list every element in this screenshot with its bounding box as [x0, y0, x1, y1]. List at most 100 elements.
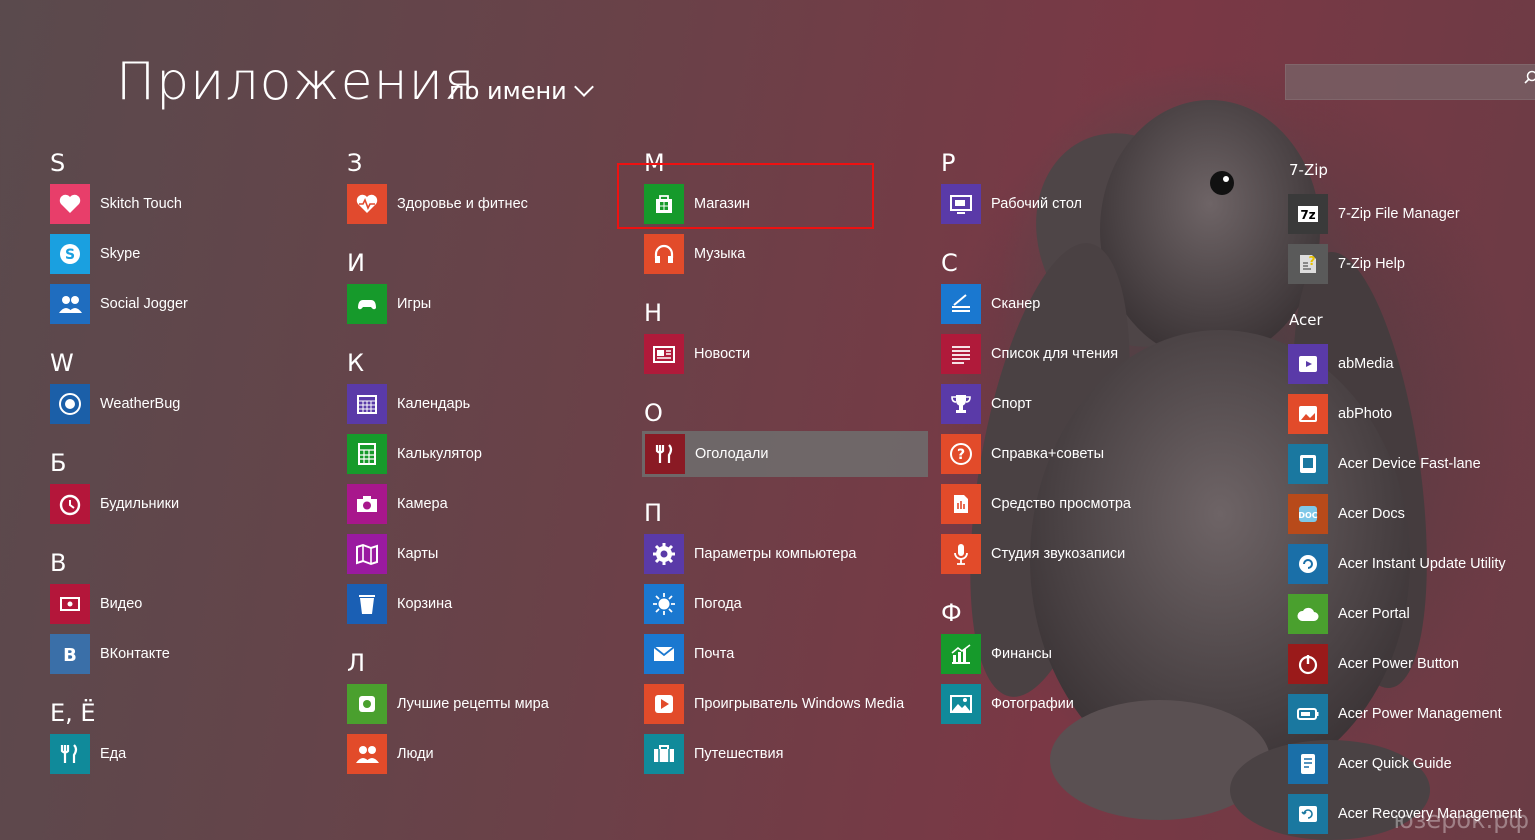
app-list-item[interactable]: Social Jogger	[50, 284, 188, 324]
app-label: Лучшие рецепты мира	[397, 696, 549, 712]
app-label: Калькулятор	[397, 446, 482, 462]
app-list-item[interactable]: Погода	[644, 584, 742, 624]
battery-icon	[1288, 694, 1328, 734]
app-label: Еда	[100, 746, 127, 762]
app-list-item[interactable]: Музыка	[644, 234, 745, 274]
fork-knife-icon	[50, 734, 90, 774]
app-list-item[interactable]: abMedia	[1288, 344, 1394, 384]
app-list-item[interactable]: abPhoto	[1288, 394, 1392, 434]
svg-text:S: S	[65, 247, 75, 263]
group-header[interactable]: S	[50, 148, 65, 178]
app-label: Acer Instant Update Utility	[1338, 556, 1506, 572]
app-label: Список для чтения	[991, 346, 1119, 362]
app-list-item[interactable]: Проигрыватель Windows Media	[644, 684, 904, 724]
app-list-item[interactable]: Корзина	[347, 584, 452, 624]
app-list-item[interactable]: B ВКонтакте	[50, 634, 170, 674]
app-list-item[interactable]: Skitch Touch	[50, 184, 182, 224]
app-list-item[interactable]: Фотографии	[941, 684, 1074, 724]
app-list-item[interactable]: Acer Power Management	[1288, 694, 1502, 734]
finance-icon	[941, 634, 981, 674]
group-header[interactable]: 7-Zip	[1289, 160, 1328, 180]
app-list-item[interactable]: Здоровье и фитнес	[347, 184, 528, 224]
scanner-icon	[941, 284, 981, 324]
headphones-icon	[644, 234, 684, 274]
photo-icon	[1288, 394, 1328, 434]
sort-dropdown[interactable]: по имени	[449, 74, 594, 108]
app-list-item[interactable]: Лучшие рецепты мира	[347, 684, 549, 724]
app-list-item[interactable]: Acer Device Fast-lane	[1288, 444, 1481, 484]
app-list-item[interactable]: Acer Power Button	[1288, 644, 1459, 684]
app-list-item[interactable]: Оголодали	[642, 431, 928, 477]
group-header[interactable]: Л	[347, 648, 365, 678]
app-list-item[interactable]: Люди	[347, 734, 434, 774]
app-list-item[interactable]: Калькулятор	[347, 434, 482, 474]
group-header[interactable]: И	[347, 248, 365, 278]
app-label: Средство просмотра	[991, 496, 1131, 512]
app-label: Social Jogger	[100, 296, 188, 312]
app-list-item[interactable]: WeatherBug	[50, 384, 180, 424]
app-list-item[interactable]: Студия звукозаписи	[941, 534, 1125, 574]
app-list-item[interactable]: Средство просмотра	[941, 484, 1131, 524]
mail-icon	[644, 634, 684, 674]
app-list-item[interactable]: Новости	[644, 334, 750, 374]
map-icon	[347, 534, 387, 574]
group-header[interactable]: С	[941, 248, 958, 278]
group-header[interactable]: Acer	[1289, 310, 1323, 330]
group-header[interactable]: Ф	[941, 598, 962, 628]
app-label: Видео	[100, 596, 143, 612]
group-header[interactable]: Е, Ё	[50, 698, 96, 728]
app-list-item[interactable]: ? 7-Zip Help	[1288, 244, 1405, 284]
group-header[interactable]: З	[347, 148, 362, 178]
app-label: Acer Docs	[1338, 506, 1405, 522]
app-label: Камера	[397, 496, 448, 512]
app-list-item[interactable]: Acer Portal	[1288, 594, 1410, 634]
app-list-item[interactable]: 7z 7-Zip File Manager	[1288, 194, 1460, 234]
group-header[interactable]: О	[644, 398, 663, 428]
7zip-icon: 7z	[1288, 194, 1328, 234]
group-header[interactable]: W	[50, 348, 74, 378]
app-list-item[interactable]: Будильники	[50, 484, 179, 524]
group-header[interactable]: В	[50, 548, 66, 578]
app-list-item[interactable]: Видео	[50, 584, 142, 624]
svg-text:B: B	[63, 645, 77, 666]
app-list-item[interactable]: Спорт	[941, 384, 1032, 424]
app-label: ВКонтакте	[100, 646, 170, 662]
app-list-item[interactable]: S Skype	[50, 234, 140, 274]
help-doc-icon: ?	[1288, 244, 1328, 284]
search-icon[interactable]	[1524, 70, 1535, 84]
app-list-item[interactable]: Acer Quick Guide	[1288, 744, 1452, 784]
camera-icon	[347, 484, 387, 524]
app-list-item[interactable]: Карты	[347, 534, 438, 574]
app-label: Музыка	[694, 246, 746, 262]
app-list-item[interactable]: Игры	[347, 284, 431, 324]
app-list-item[interactable]: Рабочий стол	[941, 184, 1082, 224]
group-header[interactable]: Р	[941, 148, 955, 178]
app-list-item[interactable]: Сканер	[941, 284, 1040, 324]
group-header[interactable]: П	[644, 498, 662, 528]
group-header[interactable]: К	[347, 348, 364, 378]
app-list-item[interactable]: DOC Acer Docs	[1288, 494, 1405, 534]
microphone-icon	[941, 534, 981, 574]
search-input[interactable]	[1285, 64, 1535, 100]
app-list-item[interactable]: Почта	[644, 634, 734, 674]
weatherbug-icon	[50, 384, 90, 424]
app-label: Параметры компьютера	[694, 546, 857, 562]
group-header[interactable]: Б	[50, 448, 66, 478]
docs-icon: DOC	[1288, 494, 1328, 534]
app-list-item[interactable]: Финансы	[941, 634, 1052, 674]
app-list-item[interactable]: Календарь	[347, 384, 470, 424]
group-header[interactable]: Н	[644, 298, 662, 328]
app-list-item[interactable]: Acer Instant Update Utility	[1288, 544, 1506, 584]
app-label: Люди	[397, 746, 434, 762]
watermark: юзерок.рф	[1393, 806, 1529, 834]
app-list-item[interactable]: Путешествия	[644, 734, 783, 774]
app-label: Сканер	[991, 296, 1041, 312]
reader-icon	[941, 484, 981, 524]
app-list-item[interactable]: Параметры компьютера	[644, 534, 857, 574]
app-list-item[interactable]: Камера	[347, 484, 448, 524]
app-list-item[interactable]: ? Справка+советы	[941, 434, 1104, 474]
app-label: Acer Quick Guide	[1338, 756, 1452, 772]
app-list-item[interactable]: Еда	[50, 734, 126, 774]
app-list-item[interactable]: Список для чтения	[941, 334, 1118, 374]
page-title: Приложения	[116, 52, 476, 112]
